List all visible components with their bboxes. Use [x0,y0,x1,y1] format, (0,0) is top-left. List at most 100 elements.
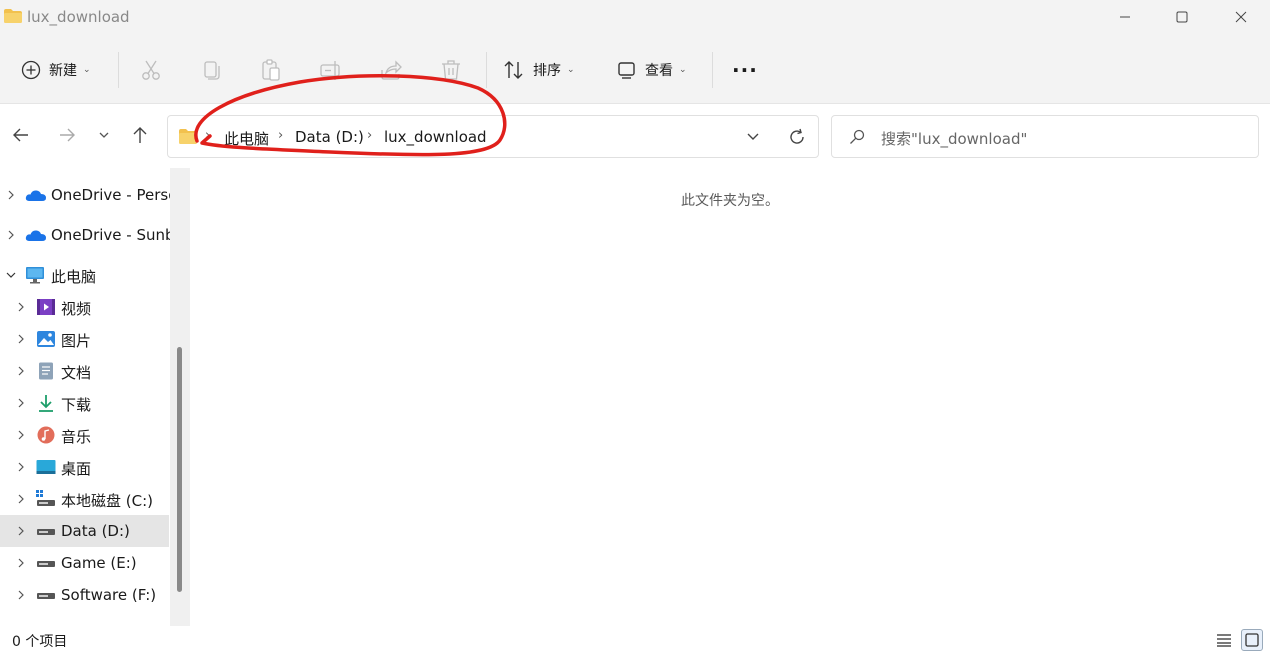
rename-icon[interactable] [319,58,343,82]
chevron-down-icon: ⌄ [679,65,687,75]
onedrive-icon [25,230,46,241]
sidebar-item-label: 文档 [61,364,92,382]
command-bar: 新建 ⌄ 排序 ⌄ 查看 ⌄ ··· [0,36,1270,104]
file-list-pane[interactable]: 此文件夹为空。 [190,168,1270,626]
sidebar-item-drive-e[interactable]: Game (E:) [0,547,169,579]
details-view-button[interactable] [1213,629,1235,651]
sidebar-item-drive-f[interactable]: Software (F:) [0,579,169,611]
new-button[interactable]: 新建 ⌄ [21,56,91,84]
tiles-view-button[interactable] [1241,629,1263,651]
sidebar-item-videos[interactable]: 视频 [0,291,169,323]
desktop-icon [36,460,56,474]
chevron-right-icon [18,526,24,536]
sort-icon [504,61,523,79]
breadcrumb-separator-icon: › [278,128,284,143]
share-icon[interactable] [379,58,403,82]
empty-folder-message: 此文件夹为空。 [681,193,779,209]
back-button[interactable] [9,123,33,147]
chevron-right-icon [18,334,24,344]
chevron-right-icon [8,190,14,200]
new-label: 新建 [49,63,77,79]
sidebar-item-pictures[interactable]: 图片 [0,323,169,355]
drive-icon [37,593,55,599]
sidebar-item-desktop[interactable]: 桌面 [0,451,169,483]
arrow-right-icon [60,128,75,142]
onedrive-icon [25,190,46,201]
minimize-icon [1120,16,1130,18]
paste-icon[interactable] [259,58,283,82]
view-icon [618,62,635,79]
toolbar-divider [486,52,487,88]
chevron-right-icon [18,590,24,600]
maximize-icon [1176,11,1188,23]
sidebar-item-label: 视频 [61,300,92,318]
sort-label: 排序 [533,63,561,79]
chevron-right-icon [18,558,24,568]
more-options-button[interactable]: ··· [732,56,758,84]
download-icon [39,395,53,412]
sidebar-item-label: OneDrive - Sunb [51,226,175,244]
chevron-right-icon [18,494,24,504]
breadcrumb-current-folder[interactable]: lux_download [384,128,487,146]
search-box[interactable]: 搜索"lux_download" [831,115,1259,158]
sidebar-item-drive-c[interactable]: 本地磁盘 (C:) [0,483,169,515]
sidebar-item-music[interactable]: 音乐 [0,419,169,451]
cut-icon[interactable] [139,58,163,82]
sidebar-item-label: Data (D:) [61,522,130,540]
chevron-down-icon: ⌄ [567,65,575,75]
chevron-right-icon [18,398,24,408]
chevron-down-icon [6,272,16,278]
sidebar-item-label: 本地磁盘 (C:) [61,492,153,510]
chevron-down-icon[interactable] [746,131,760,143]
folder-icon [4,9,22,23]
copy-icon[interactable] [199,58,223,82]
recent-locations-button[interactable] [92,123,116,147]
status-bar: 0 个项目 [0,626,1270,652]
details-view-icon [1217,634,1231,647]
toolbar-divider [118,52,119,88]
sidebar-item-label: OneDrive - Perso [51,186,178,204]
pictures-icon [37,331,55,347]
chevron-right-icon [18,430,24,440]
delete-icon[interactable] [439,58,463,82]
view-button[interactable]: 查看 ⌄ [617,56,687,84]
maximize-button[interactable] [1153,0,1211,34]
navigation-pane: OneDrive - Perso OneDrive - Sunb 此电脑 视频 [0,168,190,626]
sidebar-item-downloads[interactable]: 下载 [0,387,169,419]
sidebar-item-label: Game (E:) [61,554,137,572]
breadcrumb-this-pc[interactable]: 此电脑 [224,128,269,149]
drive-icon [37,529,55,535]
sidebar-scrollbar-thumb[interactable] [177,347,182,592]
navigation-row: › 此电脑 › Data (D:) › lux_download 搜索"lux_… [0,104,1270,168]
sidebar-item-label: 音乐 [61,428,92,446]
chevron-right-icon [18,462,24,472]
forward-button[interactable] [55,123,79,147]
minimize-button[interactable] [1096,0,1154,34]
folder-icon [179,129,197,144]
arrow-up-icon [133,127,147,143]
breadcrumb-separator-icon: › [205,128,211,143]
refresh-icon[interactable] [788,128,806,146]
drive-icon [37,561,55,567]
sidebar-item-label: 下载 [61,396,92,414]
sidebar-item-this-pc[interactable]: 此电脑 [0,259,169,291]
sidebar-item-documents[interactable]: 文档 [0,355,169,387]
breadcrumb-data-drive[interactable]: Data (D:) [295,128,364,146]
sidebar-item-label: Software (F:) [61,586,157,604]
close-button[interactable] [1212,0,1270,34]
chevron-right-icon [18,302,24,312]
sort-button[interactable]: 排序 ⌄ [503,56,575,84]
address-bar[interactable]: › 此电脑 › Data (D:) › lux_download [167,115,819,158]
window-title: lux_download [27,8,130,26]
toolbar-divider [712,52,713,88]
sidebar-item-drive-d[interactable]: Data (D:) [0,515,169,547]
sidebar-item-onedrive-personal[interactable]: OneDrive - Perso [0,179,177,211]
breadcrumb-separator-icon: › [367,128,373,143]
sidebar-item-onedrive-sunb[interactable]: OneDrive - Sunb [0,219,175,251]
arrow-left-icon [13,128,28,142]
title-bar: lux_download [0,0,1270,36]
up-button[interactable] [128,123,152,147]
sidebar-item-label: 此电脑 [51,268,97,286]
search-icon [850,129,865,144]
chevron-right-icon [18,366,24,376]
